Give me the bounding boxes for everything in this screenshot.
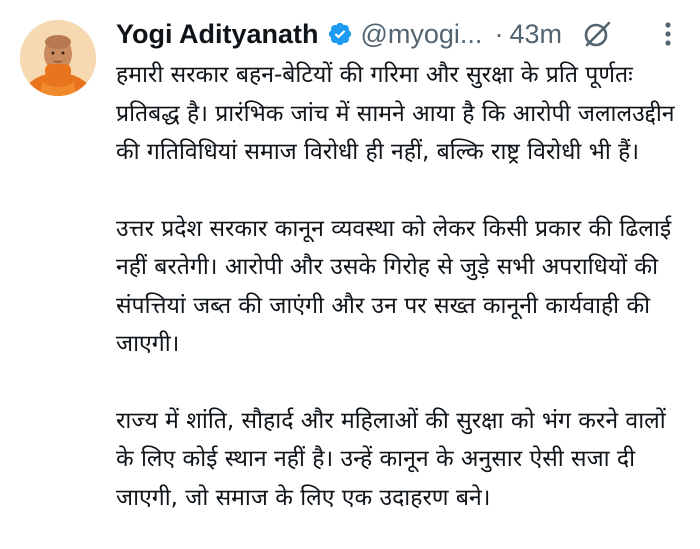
author-handle[interactable]: @myogi... — [361, 19, 483, 50]
author-name[interactable]: Yogi Adityanath — [116, 19, 319, 50]
avatar[interactable] — [20, 20, 96, 96]
tweet[interactable]: Yogi Adityanath @myogi... · 43m हमारी सर… — [0, 0, 700, 549]
more-vertical-icon[interactable] — [664, 20, 672, 48]
tweet-text: हमारी सरकार बहन-बेटियों की गरिमा और सुरक… — [116, 56, 688, 517]
verified-badge-icon — [327, 21, 353, 47]
time-separator: · — [494, 18, 504, 49]
grok-icon[interactable] — [582, 19, 612, 49]
tweet-header: Yogi Adityanath @myogi... · 43m — [116, 14, 692, 54]
tweet-timestamp[interactable]: 43m — [509, 19, 562, 50]
tweet-paragraph: हमारी सरकार बहन-बेटियों की गरिमा और सुरक… — [116, 62, 675, 165]
tweet-paragraph: उत्तर प्रदेश सरकार कानून व्यवस्था को लेक… — [116, 215, 672, 358]
avatar-image — [20, 20, 96, 96]
tweet-paragraph: राज्य में शांति, सौहार्द और महिलाओं की स… — [116, 407, 666, 511]
